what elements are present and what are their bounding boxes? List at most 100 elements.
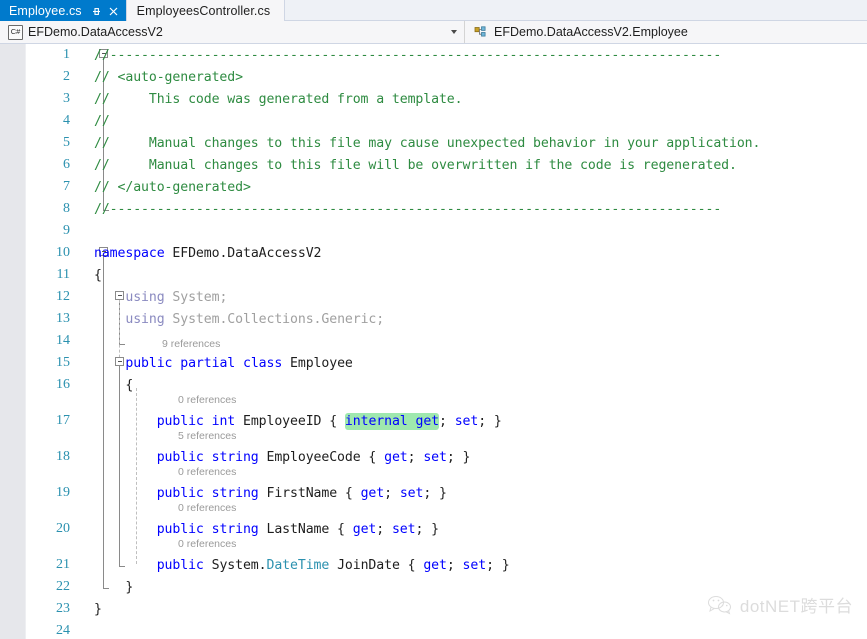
code-line: 14 [26, 330, 867, 352]
code-text: public string LastName { get; set; } [156, 521, 440, 537]
fold-column [70, 518, 94, 540]
fold-column [70, 374, 94, 396]
codelens-references[interactable]: 0 references [178, 502, 236, 514]
code-line: 8 //-------------------------------------… [26, 198, 867, 220]
line-number: 7 [63, 179, 70, 194]
codelens-references[interactable]: 9 references [162, 338, 220, 350]
code-line: 22 } [26, 576, 867, 598]
tab-employeescontroller-cs[interactable]: EmployeesController.cs [125, 0, 286, 21]
fold-column [70, 620, 94, 639]
fold-column [70, 88, 94, 110]
code-text: //--------------------------------------… [94, 201, 722, 217]
code-line: 11 { [26, 264, 867, 286]
code-line: 21 public System.DateTime JoinDate { get… [26, 554, 867, 576]
code-line: 13 using System.Collections.Generic; [26, 308, 867, 330]
code-text: // <auto-generated> [94, 69, 243, 85]
code-editor[interactable]: 1 //-------------------------------------… [0, 44, 867, 639]
line-number: 8 [63, 201, 70, 216]
code-text: public string FirstName { get; set; } [156, 485, 447, 501]
fold-column [70, 330, 94, 352]
line-number: 10 [56, 245, 70, 260]
pin-icon[interactable] [91, 6, 102, 17]
code-text: using System.Collections.Generic; [125, 311, 385, 327]
code-line: 20 public string LastName { get; set; } [26, 518, 867, 540]
line-number: 24 [56, 623, 70, 638]
line-number: 21 [56, 557, 70, 572]
code-text: using System; [125, 289, 228, 305]
line-number: 20 [56, 521, 70, 536]
indicator-margin [0, 44, 26, 639]
codelens-references[interactable]: 0 references [178, 466, 236, 478]
line-number: 11 [56, 267, 70, 282]
fold-column [70, 554, 94, 576]
tab-bar-filler [285, 0, 867, 21]
code-text: public partial class Employee [125, 355, 353, 371]
fold-column [70, 308, 94, 330]
fold-column [70, 352, 94, 374]
code-line: 5 // Manual changes to this file may caus… [26, 132, 867, 154]
fold-column [70, 242, 94, 264]
fold-column [70, 482, 94, 504]
code-line: 17 public int EmployeeID { internal get;… [26, 410, 867, 432]
tab-label: EmployeesController.cs [136, 3, 271, 18]
code-text: { [94, 267, 102, 283]
line-number: 5 [63, 135, 70, 150]
fold-column [70, 598, 94, 620]
line-number: 4 [63, 113, 70, 128]
csharp-file-icon: C# [8, 24, 23, 40]
code-text: public int EmployeeID { internal get; se… [156, 412, 502, 430]
code-line: 10 namespace EFDemo.DataAccessV2 [26, 242, 867, 264]
code-line: 18 public string EmployeeCode { get; set… [26, 446, 867, 468]
code-text: } [94, 601, 102, 617]
codelens-references[interactable]: 5 references [178, 430, 236, 442]
code-text: public string EmployeeCode { get; set; } [156, 449, 471, 465]
fold-column [70, 110, 94, 132]
code-line: 7 // </auto-generated> [26, 176, 867, 198]
code-line: 16 { [26, 374, 867, 396]
code-surface[interactable]: 1 //-------------------------------------… [26, 44, 867, 639]
close-icon[interactable] [108, 6, 119, 17]
line-number: 19 [56, 485, 70, 500]
line-number: 6 [63, 157, 70, 172]
namespace-dropdown[interactable]: C# EFDemo.DataAccessV2 [0, 21, 465, 43]
line-number: 13 [56, 311, 70, 326]
codelens-references[interactable]: 0 references [178, 538, 236, 550]
navigation-bar: C# EFDemo.DataAccessV2 EFDemo.DataAccess… [0, 21, 867, 44]
class-member-icon [474, 25, 488, 39]
code-line: 1 //-------------------------------------… [26, 44, 867, 66]
code-line: 2 // <auto-generated> [26, 66, 867, 88]
line-number: 3 [63, 91, 70, 106]
tab-bar: Employee.cs EmployeesController.cs [0, 0, 867, 21]
code-text: // This code was generated from a templa… [94, 91, 463, 107]
fold-column [70, 286, 94, 308]
code-line: 4 // [26, 110, 867, 132]
code-text: } [94, 579, 134, 595]
line-number: 15 [56, 355, 70, 370]
namespace-dropdown-value: EFDemo.DataAccessV2 [28, 25, 163, 39]
code-text: // [94, 113, 110, 129]
line-number: 2 [63, 69, 70, 84]
code-line: 6 // Manual changes to this file will be … [26, 154, 867, 176]
code-line: 3 // This code was generated from a templ… [26, 88, 867, 110]
fold-column [70, 176, 94, 198]
tab-label: Employee.cs [9, 4, 82, 18]
fold-column [70, 410, 94, 432]
code-text: // Manual changes to this file may cause… [94, 135, 761, 151]
line-number: 1 [63, 47, 70, 62]
type-dropdown-value: EFDemo.DataAccessV2.Employee [494, 25, 688, 39]
line-number: 18 [56, 449, 70, 464]
code-text: // Manual changes to this file will be o… [94, 157, 737, 173]
fold-column [70, 220, 94, 242]
highlighted-token: internal get [344, 412, 440, 430]
line-number: 22 [56, 579, 70, 594]
chevron-down-icon[interactable] [451, 30, 457, 34]
tab-employee-cs[interactable]: Employee.cs [0, 0, 126, 21]
fold-column [70, 198, 94, 220]
type-dropdown[interactable]: EFDemo.DataAccessV2.Employee [465, 21, 867, 43]
code-text: // </auto-generated> [94, 179, 251, 195]
code-line: 9 [26, 220, 867, 242]
line-number: 14 [56, 333, 70, 348]
codelens-references[interactable]: 0 references [178, 394, 236, 406]
fold-column [70, 44, 94, 66]
code-line: 15 public partial class Employee [26, 352, 867, 374]
